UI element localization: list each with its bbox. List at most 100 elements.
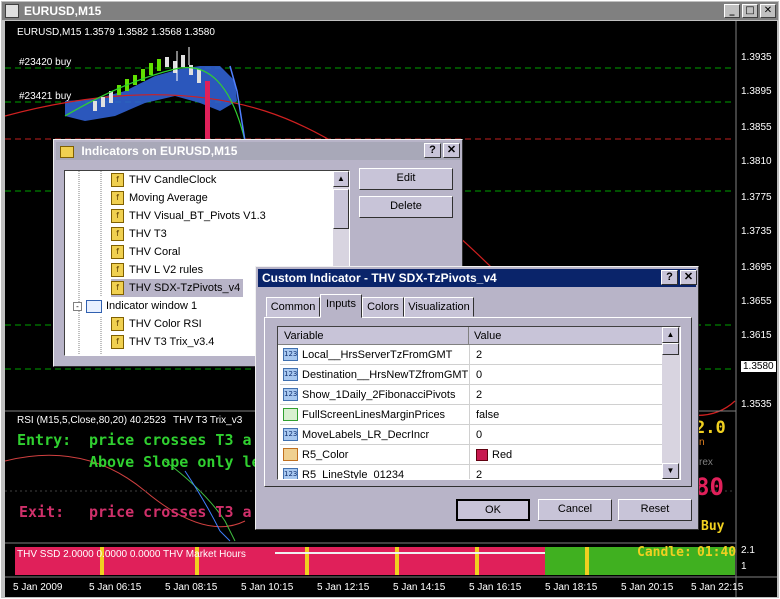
input-row[interactable]: 123 MoveLabels_LR_DecrIncr 0 [280, 425, 662, 445]
col-variable: Variable [284, 330, 324, 342]
tree-item[interactable]: f THV T3 [111, 225, 167, 243]
custom-dialog-titlebar[interactable]: Custom Indicator - THV SDX-TzPivots_v4 [258, 269, 696, 287]
grid-scroll-thumb[interactable] [662, 343, 679, 355]
integer-param-icon: 123 [283, 348, 298, 361]
sub-scale-label: 1 [741, 561, 747, 572]
indicator-icon: f [111, 209, 124, 224]
indicators-dialog-title: Indicators on EURUSD,M15 [81, 144, 238, 158]
price-label: 1.3655 [741, 296, 772, 307]
custom-close-button[interactable]: ✕ [680, 270, 697, 285]
exit-label: Exit: [19, 503, 65, 521]
inputs-grid[interactable]: Variable Value 123 Local__HrsServerTzFrom… [277, 326, 681, 480]
tree-item[interactable]: f THV T3 Trix_v3.4 [111, 333, 214, 351]
right-small-text: n [699, 437, 705, 448]
indicator-icon: f [111, 335, 124, 350]
entry-text-2: Above Slope only le [89, 453, 261, 471]
order-label: #23420 buy [19, 57, 72, 68]
indicators-close-button[interactable]: ✕ [443, 143, 460, 158]
time-label: 5 Jan 06:15 [89, 582, 142, 593]
time-label: 5 Jan 20:15 [621, 582, 674, 593]
rsi-header: RSI (M15,5,Close,80,20) 40.2523 [17, 415, 166, 426]
scroll-thumb[interactable] [333, 189, 349, 229]
input-row[interactable]: FullScreenLinesMarginPrices false [280, 405, 662, 425]
minimize-button[interactable]: _ [724, 4, 740, 18]
window-title: EURUSD,M15 [24, 4, 102, 18]
price-label: 1.3695 [741, 262, 772, 273]
entry-text: price crosses T3 a [89, 431, 252, 449]
time-label: 5 Jan 14:15 [393, 582, 446, 593]
tree-item-window[interactable]: - Indicator window 1 [73, 297, 197, 315]
tree-item[interactable]: f THV Coral [111, 243, 180, 261]
close-window-button[interactable]: ✕ [760, 4, 776, 18]
price-label: 1.3535 [741, 399, 772, 410]
time-label: 5 Jan 10:15 [241, 582, 294, 593]
time-label: 5 Jan 2009 [13, 582, 63, 593]
exit-text: price crosses T3 a [89, 503, 252, 521]
edit-button[interactable]: Edit [359, 168, 453, 190]
cancel-button[interactable]: Cancel [538, 499, 612, 521]
price-label: 1.3735 [741, 226, 772, 237]
price-label: 1.3615 [741, 330, 772, 341]
window-icon [86, 299, 102, 313]
indicators-dialog-titlebar[interactable]: Indicators on EURUSD,M15 [56, 142, 460, 160]
input-row[interactable]: R5_Color Red [280, 445, 662, 465]
grid-scrollbar[interactable]: ▲ ▼ [662, 327, 680, 479]
tree-item[interactable]: f THV Color RSI [111, 315, 202, 333]
indicators-help-button[interactable]: ? [424, 143, 441, 158]
price-label: 1.3895 [741, 86, 772, 97]
integer-param-icon: 123 [283, 388, 298, 401]
tab-inputs[interactable]: Inputs [320, 294, 362, 318]
tab-visualization[interactable]: Visualization [404, 297, 474, 317]
indicator-icon: f [111, 263, 124, 278]
chart-param-icon [283, 408, 298, 421]
custom-indicator-dialog: Custom Indicator - THV SDX-TzPivots_v4 ?… [255, 266, 699, 530]
tree-item[interactable]: f THV Visual_BT_Pivots V1.3 [111, 207, 266, 225]
grid-scroll-down-button[interactable]: ▼ [662, 463, 679, 479]
custom-help-button[interactable]: ? [661, 270, 678, 285]
time-label: 5 Jan 18:15 [545, 582, 598, 593]
tab-common[interactable]: Common [266, 297, 320, 317]
scroll-up-button[interactable]: ▲ [333, 171, 349, 187]
grid-header: Variable Value [278, 327, 662, 345]
tree-item[interactable]: f Moving Average [111, 189, 208, 207]
order-label: #23421 buy [19, 91, 72, 102]
right-small-text-2: rex [699, 457, 713, 468]
collapse-icon[interactable]: - [73, 301, 82, 311]
input-row[interactable]: 123 R5_LineStyle_01234 2 [280, 465, 662, 479]
delete-button[interactable]: Delete [359, 196, 453, 218]
right-big-value: 2.0 [695, 418, 726, 438]
input-row[interactable]: 123 Destination__HrsNewTZfromGMT 0 [280, 365, 662, 385]
chart-window-icon [5, 4, 19, 18]
ssd-header: THV SSD 2.0000 0.0000 0.0000 THV Market … [17, 549, 246, 560]
indicator-icon: f [111, 173, 124, 188]
tab-colors[interactable]: Colors [362, 297, 404, 317]
sub-scale-label: 2.1 [741, 545, 755, 556]
t3-header: THV T3 Trix_v3 [173, 415, 243, 426]
time-label: 5 Jan 16:15 [469, 582, 522, 593]
window-titlebar[interactable]: EURUSD,M15 _ □ ✕ [2, 2, 778, 20]
input-row[interactable]: 123 Local__HrsServerTzFromGMT 2 [280, 345, 662, 365]
tree-item[interactable]: f THV L V2 rules [111, 261, 203, 279]
right-buy-text: Buy [701, 519, 725, 534]
current-price-label: 1.3580 [741, 361, 776, 372]
tab-panel: Variable Value 123 Local__HrsServerTzFrom… [264, 317, 692, 487]
input-row[interactable]: 123 Show_1Daily_2FibonacciPivots 2 [280, 385, 662, 405]
color-param-icon [283, 448, 298, 461]
indicator-icon: f [111, 245, 124, 260]
indicator-icon: f [111, 191, 124, 206]
chart-header: EURUSD,M15 1.3579 1.3582 1.3568 1.3580 [17, 27, 215, 38]
integer-param-icon: 123 [283, 428, 298, 441]
reset-button[interactable]: Reset [618, 499, 692, 521]
maximize-button[interactable]: □ [742, 4, 758, 18]
entry-label: Entry: [17, 431, 72, 449]
candle-time: 01:40 [697, 545, 737, 560]
indicator-icon: f [111, 227, 124, 242]
rsi-curve [164, 460, 236, 542]
ok-button[interactable]: OK [456, 499, 530, 521]
grid-scroll-up-button[interactable]: ▲ [662, 327, 679, 343]
candle-label: Candle: [637, 545, 692, 560]
time-label: 5 Jan 12:15 [317, 582, 370, 593]
tree-item-selected[interactable]: f THV SDX-TzPivots_v4 [111, 279, 244, 297]
price-label: 1.3855 [741, 122, 772, 133]
tree-item[interactable]: f THV CandleClock [111, 171, 216, 189]
